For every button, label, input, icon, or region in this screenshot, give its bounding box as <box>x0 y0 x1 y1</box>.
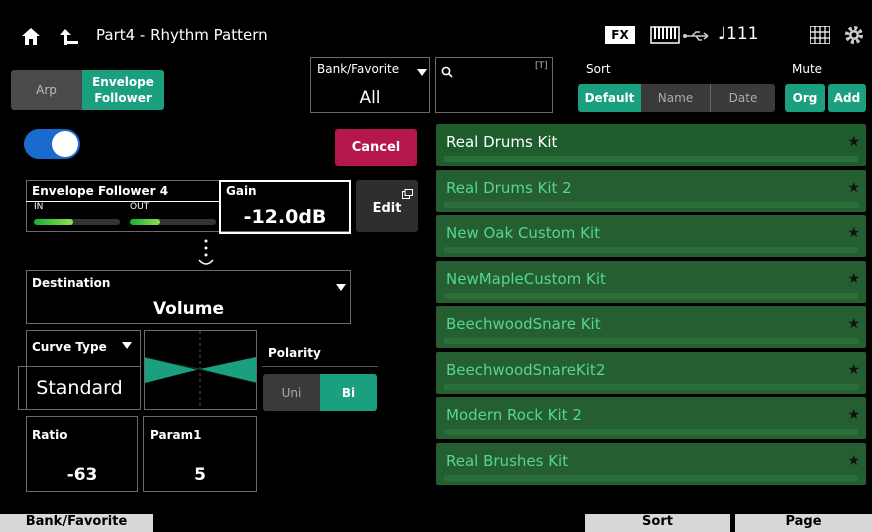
favorite-star-icon[interactable]: ★ <box>847 362 860 378</box>
param1-value: 5 <box>194 465 206 485</box>
tab-envelope-follower-label-2: Follower <box>94 91 152 105</box>
gain-value: -12.0dB <box>243 206 327 228</box>
kit-name: NewMapleCustom Kit <box>446 269 606 288</box>
page-button[interactable]: Page <box>735 514 872 532</box>
meter-out-label: OUT <box>130 202 150 212</box>
curve-graph <box>144 330 257 410</box>
gain-label: Gain <box>226 184 257 198</box>
kit-name: BeechwoodSnareKit2 <box>446 360 606 379</box>
kit-row-bar <box>444 292 858 299</box>
sort-date-button[interactable]: Date <box>711 84 775 112</box>
kit-list-item[interactable]: BeechwoodSnareKit2 ★ <box>436 351 866 394</box>
mute-add-button[interactable]: Add <box>828 84 866 112</box>
sort-default-button[interactable]: Default <box>578 84 641 112</box>
bank-favorite-button[interactable]: Bank/Favorite <box>0 514 153 532</box>
text-input-icon: [T] <box>535 61 548 71</box>
dropdown-triangle-icon <box>122 335 132 349</box>
polarity-bi-button[interactable]: Bi <box>320 374 377 411</box>
kit-name: BeechwoodSnare Kit <box>446 315 601 333</box>
kit-row-bar <box>444 201 858 208</box>
meter-in <box>34 219 120 225</box>
page-title: Part4 - Rhythm Pattern <box>96 26 268 44</box>
favorite-star-icon[interactable]: ★ <box>847 225 860 241</box>
divider <box>262 366 378 367</box>
kit-list-item[interactable]: NewMapleCustom Kit ★ <box>436 260 866 303</box>
bank-favorite-value: All <box>359 88 381 108</box>
sort-label: Sort <box>586 62 611 76</box>
tempo-display[interactable]: ♩111 <box>718 24 758 44</box>
cancel-button[interactable]: Cancel <box>335 129 417 166</box>
favorite-star-icon[interactable]: ★ <box>847 180 860 196</box>
kit-list-item[interactable]: New Oak Custom Kit ★ <box>436 215 866 257</box>
back-icon[interactable] <box>58 25 80 47</box>
favorite-star-icon[interactable]: ★ <box>847 316 860 332</box>
usb-icon <box>682 28 712 42</box>
kit-row-bar <box>444 383 858 390</box>
envelope-follower-name: Envelope Follower 4 <box>32 184 169 198</box>
kit-row-bar <box>444 429 858 435</box>
polarity-uni-button[interactable]: Uni <box>263 374 320 411</box>
kit-row-bar <box>444 247 858 253</box>
kit-row-bar <box>444 338 858 344</box>
home-icon[interactable] <box>20 25 42 47</box>
bank-favorite-label: Bank/Favorite <box>317 62 400 76</box>
favorite-star-icon[interactable]: ★ <box>847 134 860 150</box>
polarity-label: Polarity <box>268 346 321 360</box>
sort-name-button[interactable]: Name <box>641 84 711 112</box>
kit-row-bar <box>444 156 858 162</box>
gear-icon[interactable] <box>843 24 865 46</box>
kit-name: Real Drums Kit 2 <box>446 178 572 197</box>
ratio-label: Ratio <box>32 428 68 442</box>
tab-envelope-follower-label-1: Envelope <box>92 75 154 89</box>
mute-label: Mute <box>792 62 823 76</box>
kit-name: New Oak Custom Kit <box>446 224 601 242</box>
edit-label: Edit <box>372 201 402 216</box>
mute-org-button[interactable]: Org <box>785 84 825 112</box>
curve-type-value: Standard <box>18 366 141 410</box>
connector-arrow-icon <box>196 238 216 268</box>
sort-button[interactable]: Sort <box>585 514 730 532</box>
kit-name: Real Brushes Kit <box>446 451 569 470</box>
curve-type-label: Curve Type <box>32 340 107 354</box>
meter-out-fill <box>130 219 161 225</box>
favorite-star-icon[interactable]: ★ <box>847 271 860 287</box>
favorite-star-icon[interactable]: ★ <box>847 407 860 423</box>
kit-list-item[interactable]: BeechwoodSnare Kit ★ <box>436 306 866 348</box>
divider <box>26 201 219 202</box>
grid-icon[interactable] <box>809 25 831 45</box>
favorite-star-icon[interactable]: ★ <box>847 453 860 469</box>
destination-label: Destination <box>32 276 111 290</box>
kit-row-bar <box>444 474 858 481</box>
ratio-value: -63 <box>66 465 98 485</box>
destination-value: Volume <box>152 299 225 319</box>
kit-list-item[interactable]: Real Drums Kit ★ <box>436 124 866 166</box>
keyboard-icon <box>650 26 680 44</box>
meter-in-label: IN <box>34 202 44 212</box>
kit-list-item[interactable]: Real Brushes Kit ★ <box>436 442 866 485</box>
search-icon <box>441 63 453 78</box>
kit-list-item[interactable]: Modern Rock Kit 2 ★ <box>436 397 866 439</box>
kit-name: Real Drums Kit <box>446 133 558 151</box>
kit-name: Modern Rock Kit 2 <box>446 406 582 424</box>
meter-in-fill <box>34 219 73 225</box>
popup-window-icon <box>402 184 413 199</box>
kit-list-item[interactable]: Real Drums Kit 2 ★ <box>436 169 866 212</box>
param1-label: Param1 <box>150 428 202 442</box>
fx-indicator[interactable]: FX <box>605 26 635 44</box>
switch-knob <box>52 131 78 157</box>
tab-envelope-follower[interactable]: Envelope Follower <box>82 70 164 110</box>
dropdown-triangle-icon <box>336 277 346 291</box>
meter-out <box>130 219 216 225</box>
tab-arp[interactable]: Arp <box>11 70 82 110</box>
dropdown-triangle-icon <box>417 62 427 76</box>
